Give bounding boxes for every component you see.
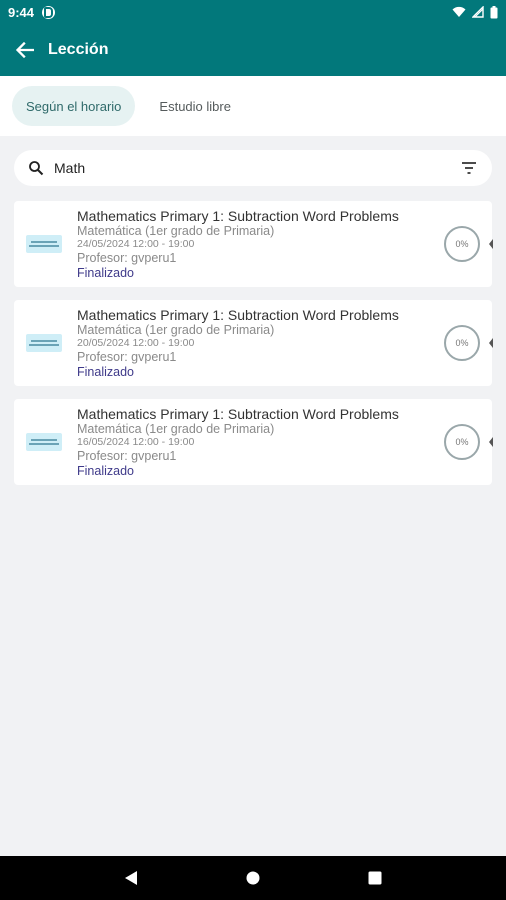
tab-bar: Según el horario Estudio libre (0, 76, 506, 136)
back-button[interactable] (14, 39, 36, 61)
navigation-bar (0, 856, 506, 900)
tab-schedule[interactable]: Según el horario (12, 86, 136, 126)
lesson-card[interactable]: Mathematics Primary 1: Subtraction Word … (14, 399, 493, 485)
lesson-thumbnail (26, 334, 62, 352)
status-icons (452, 5, 498, 19)
expand-icon (489, 338, 493, 348)
battery-icon (490, 5, 498, 18)
lesson-info: Mathematics Primary 1: Subtraction Word … (77, 307, 444, 380)
status-bar: 9:44 (0, 0, 506, 24)
signal-icon (472, 6, 484, 18)
lesson-teacher: Profesor: gvperu1 (77, 349, 177, 364)
lesson-subject: Matemática (1er grado de Primaria) (77, 421, 275, 436)
expand-icon (489, 239, 493, 249)
lesson-list: Mathematics Primary 1: Subtraction Word … (14, 201, 493, 498)
wifi-icon (452, 6, 466, 17)
progress-circle: 0% (444, 325, 480, 361)
filter-icon[interactable] (460, 159, 478, 177)
nav-home-button[interactable] (233, 858, 273, 898)
nav-back-button[interactable] (111, 858, 151, 898)
lesson-card[interactable]: Mathematics Primary 1: Subtraction Word … (14, 201, 493, 287)
square-recents-icon (368, 871, 382, 885)
circle-home-icon (246, 871, 260, 885)
lesson-info: Mathematics Primary 1: Subtraction Word … (77, 208, 444, 281)
page-title: Lección (48, 41, 109, 58)
search-bar (14, 150, 492, 186)
app-bar: Lección (0, 24, 506, 76)
status-time: 9:44 (8, 4, 35, 20)
nav-recents-button[interactable] (355, 858, 395, 898)
lesson-thumbnail (26, 433, 62, 451)
expand-icon (489, 437, 493, 447)
lesson-status: Finalizado (77, 265, 134, 280)
lesson-status: Finalizado (77, 463, 134, 478)
lesson-info: Mathematics Primary 1: Subtraction Word … (77, 406, 444, 479)
tab-free-study[interactable]: Estudio libre (145, 86, 245, 126)
lesson-date: 24/05/2024 12:00 - 19:00 (77, 237, 195, 250)
lesson-card[interactable]: Mathematics Primary 1: Subtraction Word … (14, 300, 493, 386)
lesson-thumbnail (26, 235, 62, 253)
lesson-date: 16/05/2024 12:00 - 19:00 (77, 435, 195, 448)
lesson-subject: Matemática (1er grado de Primaria) (77, 223, 275, 238)
arrow-left-icon (16, 42, 34, 58)
lesson-title: Mathematics Primary 1: Subtraction Word … (77, 405, 399, 422)
lesson-title: Mathematics Primary 1: Subtraction Word … (77, 306, 399, 323)
triangle-back-icon (125, 871, 137, 885)
progress-circle: 0% (444, 424, 480, 460)
app-notification-icon (42, 5, 56, 19)
lesson-status: Finalizado (77, 364, 134, 379)
search-input[interactable] (54, 160, 460, 176)
lesson-teacher: Profesor: gvperu1 (77, 250, 177, 265)
lesson-date: 20/05/2024 12:00 - 19:00 (77, 336, 195, 349)
lesson-subject: Matemática (1er grado de Primaria) (77, 322, 275, 337)
progress-circle: 0% (444, 226, 480, 262)
search-icon (29, 161, 44, 176)
lesson-teacher: Profesor: gvperu1 (77, 448, 177, 463)
lesson-title: Mathematics Primary 1: Subtraction Word … (77, 207, 399, 224)
